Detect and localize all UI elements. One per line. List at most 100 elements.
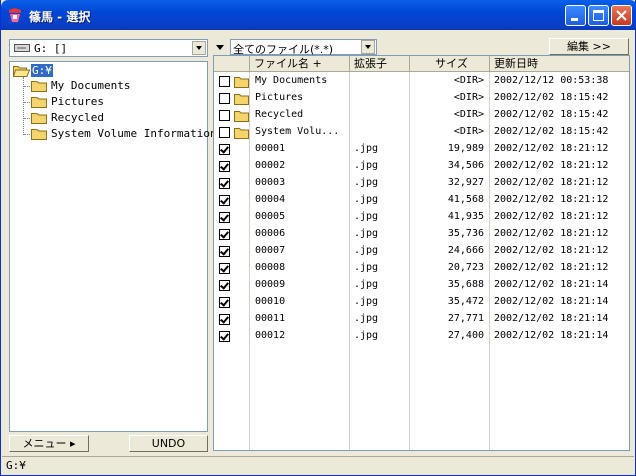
chevron-down-icon[interactable] [361, 40, 375, 54]
cell-size: 27,400 [447, 330, 484, 341]
table-row[interactable]: 00012 .jpg 27,400 2002/12/02 18:21:14 [214, 328, 629, 345]
table-row[interactable]: 00002 .jpg 34,506 2002/12/02 18:21:12 [214, 158, 629, 175]
chevron-down-icon[interactable] [192, 41, 206, 55]
row-checkbox[interactable] [219, 280, 230, 291]
close-icon [616, 10, 627, 21]
row-checkbox[interactable] [219, 110, 230, 121]
cell-size: 24,666 [447, 245, 484, 256]
cell-size: 35,736 [447, 228, 484, 239]
table-row[interactable]: 00011 .jpg 27,771 2002/12/02 18:21:14 [214, 311, 629, 328]
tree-item-label: Pictures [51, 95, 104, 108]
status-text: G:¥ [6, 459, 26, 472]
table-row[interactable]: 00009 .jpg 35,688 2002/12/02 18:21:14 [214, 277, 629, 294]
cell-name: 00008 [255, 262, 286, 273]
cell-date: 2002/12/12 00:53:38 [494, 75, 609, 86]
column-header-size[interactable]: サイズ [410, 56, 490, 72]
table-row[interactable]: 00008 .jpg 20,723 2002/12/02 18:21:12 [214, 260, 629, 277]
minimize-button[interactable] [565, 5, 586, 26]
drive-select[interactable]: G: [] [9, 39, 208, 57]
cell-date: 2002/12/02 18:21:12 [494, 228, 609, 239]
cell-date: 2002/12/02 18:21:14 [494, 330, 609, 341]
cell-ext: .jpg [354, 330, 379, 341]
cell-size: 41,935 [447, 211, 484, 222]
cell-ext: .jpg [354, 160, 379, 171]
table-row[interactable]: 00007 .jpg 24,666 2002/12/02 18:21:12 [214, 243, 629, 260]
cell-name: My Documents [255, 75, 328, 86]
edit-button[interactable]: 編集 >> [549, 38, 629, 55]
column-header-date[interactable]: 更新日時 [490, 56, 629, 72]
folder-icon [31, 81, 47, 92]
column-header-name[interactable]: ファイル名 + [250, 56, 350, 72]
table-row[interactable]: 00004 .jpg 41,568 2002/12/02 18:21:12 [214, 192, 629, 209]
row-checkbox[interactable] [219, 229, 230, 240]
row-checkbox[interactable] [219, 331, 230, 342]
tree-root-label: G:¥ [31, 64, 53, 77]
app-window: 篠馬 - 選択 G: [] G:¥ My Documents Pictures … [0, 0, 636, 476]
table-row[interactable]: 00010 .jpg 35,472 2002/12/02 18:21:14 [214, 294, 629, 311]
row-checkbox[interactable] [219, 246, 230, 257]
cell-size: 20,723 [447, 262, 484, 273]
undo-button[interactable]: UNDO [129, 435, 208, 452]
cell-name: 00011 [255, 313, 286, 324]
row-checkbox[interactable] [219, 178, 230, 189]
cell-date: 2002/12/02 18:15:42 [494, 126, 609, 137]
file-filter-select[interactable]: 全てのファイル(*.*) [230, 39, 377, 56]
cell-name: Recycled [255, 109, 304, 120]
row-checkbox[interactable] [219, 314, 230, 325]
table-row[interactable]: 00001 .jpg 19,989 2002/12/02 18:21:12 [214, 141, 629, 158]
cell-size: <DIR> [453, 92, 484, 103]
cell-size: 35,472 [447, 296, 484, 307]
row-checkbox[interactable] [219, 161, 230, 172]
cell-date: 2002/12/02 18:15:42 [494, 109, 609, 120]
folder-icon [31, 113, 47, 124]
title-bar[interactable]: 篠馬 - 選択 [1, 0, 636, 30]
app-logo-icon [9, 8, 21, 22]
row-checkbox[interactable] [219, 76, 230, 87]
cell-name: 00009 [255, 279, 286, 290]
close-button[interactable] [611, 5, 632, 26]
cell-ext: .jpg [354, 194, 379, 205]
row-checkbox[interactable] [219, 127, 230, 138]
cell-date: 2002/12/02 18:21:12 [494, 177, 609, 188]
column-header-ext[interactable]: 拡張子 [350, 56, 410, 72]
table-row[interactable]: My Documents <DIR> 2002/12/12 00:53:38 [214, 73, 629, 90]
row-checkbox[interactable] [219, 195, 230, 206]
maximize-button[interactable] [588, 5, 609, 26]
cell-date: 2002/12/02 18:21:12 [494, 160, 609, 171]
menu-button[interactable]: メニュー ▸ [9, 435, 89, 452]
cell-name: 00004 [255, 194, 286, 205]
table-row[interactable]: 00005 .jpg 41,935 2002/12/02 18:21:12 [214, 209, 629, 226]
cell-size: <DIR> [453, 109, 484, 120]
row-checkbox[interactable] [219, 297, 230, 308]
filter-arrow-icon[interactable] [213, 39, 227, 55]
cell-size: <DIR> [453, 75, 484, 86]
table-row[interactable]: System Volu... <DIR> 2002/12/02 18:15:42 [214, 124, 629, 141]
cell-size: 27,771 [447, 313, 484, 324]
folder-icon [234, 111, 249, 122]
cell-name: Pictures [255, 92, 304, 103]
cell-date: 2002/12/02 18:21:12 [494, 143, 609, 154]
cell-size: 19,989 [447, 143, 484, 154]
cell-date: 2002/12/02 18:21:12 [494, 245, 609, 256]
cell-size: <DIR> [453, 126, 484, 137]
table-row[interactable]: 00006 .jpg 35,736 2002/12/02 18:21:12 [214, 226, 629, 243]
row-checkbox[interactable] [219, 212, 230, 223]
table-row[interactable]: Recycled <DIR> 2002/12/02 18:15:42 [214, 107, 629, 124]
minimize-icon [571, 18, 578, 21]
column-header-check[interactable] [214, 56, 250, 72]
table-row[interactable]: Pictures <DIR> 2002/12/02 18:15:42 [214, 90, 629, 107]
status-bar: G:¥ [2, 456, 634, 475]
row-checkbox[interactable] [219, 144, 230, 155]
cell-size: 32,927 [447, 177, 484, 188]
folder-icon [31, 97, 47, 108]
row-checkbox[interactable] [219, 263, 230, 274]
cell-date: 2002/12/02 18:15:42 [494, 92, 609, 103]
row-checkbox[interactable] [219, 93, 230, 104]
cell-ext: .jpg [354, 211, 379, 222]
cell-ext: .jpg [354, 143, 379, 154]
cell-date: 2002/12/02 18:21:12 [494, 194, 609, 205]
cell-date: 2002/12/02 18:21:12 [494, 211, 609, 222]
table-row[interactable]: 00003 .jpg 32,927 2002/12/02 18:21:12 [214, 175, 629, 192]
cell-date: 2002/12/02 18:21:12 [494, 262, 609, 273]
cell-ext: .jpg [354, 262, 379, 273]
